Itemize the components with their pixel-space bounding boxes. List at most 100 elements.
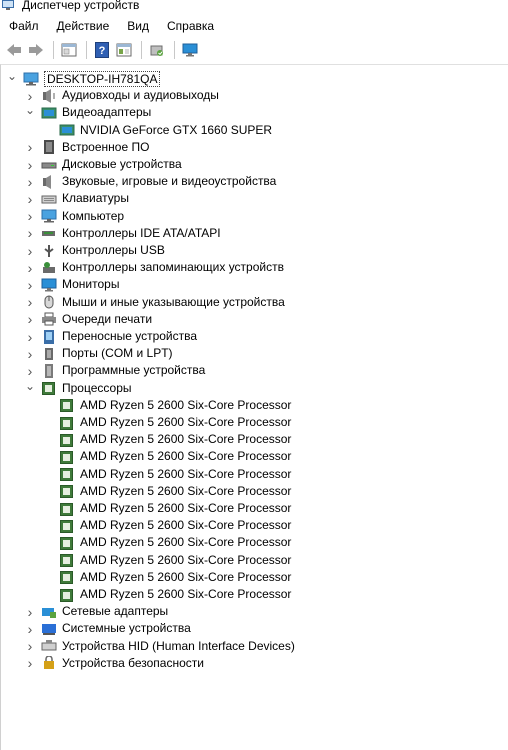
tree-item-label: AMD Ryzen 5 2600 Six-Core Processor	[80, 397, 292, 412]
collapse-chevron-icon[interactable]: ⌄	[25, 377, 35, 394]
tree-device-item[interactable]: AMD Ryzen 5 2600 Six-Core Processor	[59, 483, 291, 500]
title-bar: Диспетчер устройств	[0, 0, 508, 14]
expand-chevron-icon[interactable]: ›	[25, 139, 35, 156]
toolbar-separator	[86, 41, 87, 59]
expand-chevron-icon[interactable]: ›	[25, 208, 35, 225]
expand-chevron-icon[interactable]: ›	[25, 190, 35, 207]
tree-item-label: NVIDIA GeForce GTX 1660 SUPER	[80, 122, 273, 137]
collapse-chevron-icon[interactable]: ⌄	[25, 102, 35, 119]
tree-category-item[interactable]: › Системные устройства	[25, 620, 191, 637]
device-tree[interactable]: ⌄ DESKTOP-IH781QA › Аудиовходы и аудиовыход…	[0, 64, 508, 750]
expand-chevron-icon[interactable]: ›	[25, 242, 35, 259]
display-adapter-icon	[41, 106, 57, 120]
tree-device-item[interactable]: AMD Ryzen 5 2600 Six-Core Processor	[59, 397, 291, 414]
tree-category-item[interactable]: ⌄ Процессоры	[25, 377, 132, 397]
tree-category-item[interactable]: ⌄ Видеоадаптеры	[25, 102, 151, 121]
tree-device-item[interactable]: AMD Ryzen 5 2600 Six-Core Processor	[59, 517, 291, 534]
tree-category-item[interactable]: › Переносные устройства	[25, 328, 197, 345]
tree-category-item[interactable]: › Контроллеры запоминающих устройств	[25, 259, 284, 276]
tree-category-item[interactable]: › Клавиатуры	[25, 190, 129, 207]
processor-icon	[59, 450, 75, 464]
monitor-button[interactable]	[180, 40, 200, 60]
expand-chevron-icon[interactable]: ›	[25, 173, 35, 190]
tree-device-item[interactable]: AMD Ryzen 5 2600 Six-Core Processor	[59, 586, 291, 603]
tree-category-item[interactable]: › Устройства безопасности	[25, 655, 204, 672]
expand-chevron-icon[interactable]: ›	[25, 259, 35, 276]
view-button[interactable]	[114, 40, 134, 60]
expand-chevron-icon[interactable]: ›	[25, 328, 35, 345]
expand-chevron-icon[interactable]: ›	[25, 603, 35, 620]
tree-category-item[interactable]: › Дисковые устройства	[25, 156, 182, 173]
tree-category-item[interactable]: › Сетевые адаптеры	[25, 603, 169, 620]
system-devices-icon	[41, 622, 57, 636]
hid-icon	[41, 639, 57, 653]
computer-icon	[41, 209, 57, 223]
tree-category-item[interactable]: › Контроллеры IDE ATA/ATAPI	[25, 225, 221, 242]
tree-item-label: Компьютер	[62, 208, 125, 223]
forward-button[interactable]	[26, 40, 46, 60]
tree-item-label: Мыши и иные указывающие устройства	[62, 294, 285, 309]
expand-chevron-icon[interactable]: ›	[25, 620, 35, 637]
sound-icon	[41, 174, 57, 189]
expand-chevron-icon[interactable]: ›	[25, 276, 35, 293]
menu-view[interactable]: Вид	[118, 14, 158, 38]
expand-chevron-icon[interactable]: ›	[25, 638, 35, 655]
tree-category-item[interactable]: › Мыши и иные указывающие устройства	[25, 294, 285, 311]
menu-file[interactable]: Файл	[0, 14, 48, 38]
tree-category-item[interactable]: › Встроенное ПО	[25, 139, 150, 156]
port-icon	[41, 347, 57, 361]
tree-category-item[interactable]: › Компьютер	[25, 208, 124, 225]
tree-category-item[interactable]: › Очереди печати	[25, 311, 152, 328]
menu-help[interactable]: Справка	[158, 14, 223, 38]
processor-icon	[59, 502, 75, 516]
expand-chevron-icon[interactable]: ›	[25, 345, 35, 362]
tree-item-label: Аудиовходы и аудиовыходы	[62, 88, 219, 103]
tree-category-item[interactable]: › Устройства HID (Human Interface Devices…	[25, 638, 295, 655]
tree-item-label: AMD Ryzen 5 2600 Six-Core Processor	[80, 483, 292, 498]
properties-button[interactable]	[59, 40, 79, 60]
tree-item-label: AMD Ryzen 5 2600 Six-Core Processor	[80, 432, 292, 447]
expand-chevron-icon[interactable]: ›	[25, 655, 35, 672]
tree-device-item[interactable]: AMD Ryzen 5 2600 Six-Core Processor	[59, 431, 291, 448]
tree-category-item[interactable]: › Порты (COM и LPT)	[25, 345, 173, 362]
tree-root[interactable]: ⌄ DESKTOP-IH781QA	[7, 68, 161, 87]
tree-device-item[interactable]: AMD Ryzen 5 2600 Six-Core Processor	[59, 448, 291, 465]
tree-device-item[interactable]: AMD Ryzen 5 2600 Six-Core Processor	[59, 500, 291, 517]
tree-device-item[interactable]: AMD Ryzen 5 2600 Six-Core Processor	[59, 534, 291, 551]
tree-item-label: AMD Ryzen 5 2600 Six-Core Processor	[80, 569, 292, 584]
properties-icon	[61, 43, 77, 57]
expand-chevron-icon[interactable]: ›	[25, 311, 35, 328]
tree-item-label: AMD Ryzen 5 2600 Six-Core Processor	[80, 415, 292, 429]
expand-chevron-icon[interactable]: ›	[25, 294, 35, 311]
window-title: Диспетчер устройств	[22, 0, 140, 12]
storage-icon	[41, 261, 57, 275]
tree-item-label: Контроллеры USB	[62, 243, 165, 257]
tree-item-label: Мониторы	[62, 277, 120, 292]
processor-icon	[59, 433, 75, 447]
back-button[interactable]	[4, 40, 24, 60]
tree-device-item[interactable]: AMD Ryzen 5 2600 Six-Core Processor	[59, 569, 291, 586]
expand-chevron-icon[interactable]: ›	[25, 156, 35, 173]
menu-action[interactable]: Действие	[48, 14, 119, 38]
svg-text:?: ?	[99, 45, 106, 57]
scan-hardware-button[interactable]	[147, 40, 167, 60]
tree-device-item[interactable]: NVIDIA GeForce GTX 1660 SUPER	[59, 122, 272, 139]
collapse-chevron-icon[interactable]: ⌄	[7, 68, 17, 85]
help-button[interactable]: ?	[92, 40, 112, 60]
tree-item-label: Клавиатуры	[62, 191, 129, 206]
tree-device-item[interactable]: AMD Ryzen 5 2600 Six-Core Processor	[59, 414, 291, 431]
processor-icon	[59, 553, 75, 568]
tree-category-item[interactable]: › Аудиовходы и аудиовыходы	[25, 87, 219, 104]
tree-device-item[interactable]: AMD Ryzen 5 2600 Six-Core Processor	[59, 552, 291, 569]
scan-hardware-icon	[150, 45, 163, 56]
expand-chevron-icon[interactable]: ›	[25, 225, 35, 242]
tree-category-item[interactable]: › Мониторы	[25, 276, 120, 293]
processor-icon	[59, 570, 75, 585]
tree-category-item[interactable]: › Звуковые, игровые и видеоустройства	[25, 173, 277, 190]
tree-category-item[interactable]: › Контроллеры USB	[25, 242, 165, 259]
tree-item-label: Сетевые адаптеры	[62, 604, 169, 619]
forward-icon	[29, 44, 43, 56]
tree-device-item[interactable]: AMD Ryzen 5 2600 Six-Core Processor	[59, 466, 291, 483]
tree-category-item[interactable]: › Программные устройства	[25, 362, 206, 379]
disk-icon	[41, 158, 57, 172]
